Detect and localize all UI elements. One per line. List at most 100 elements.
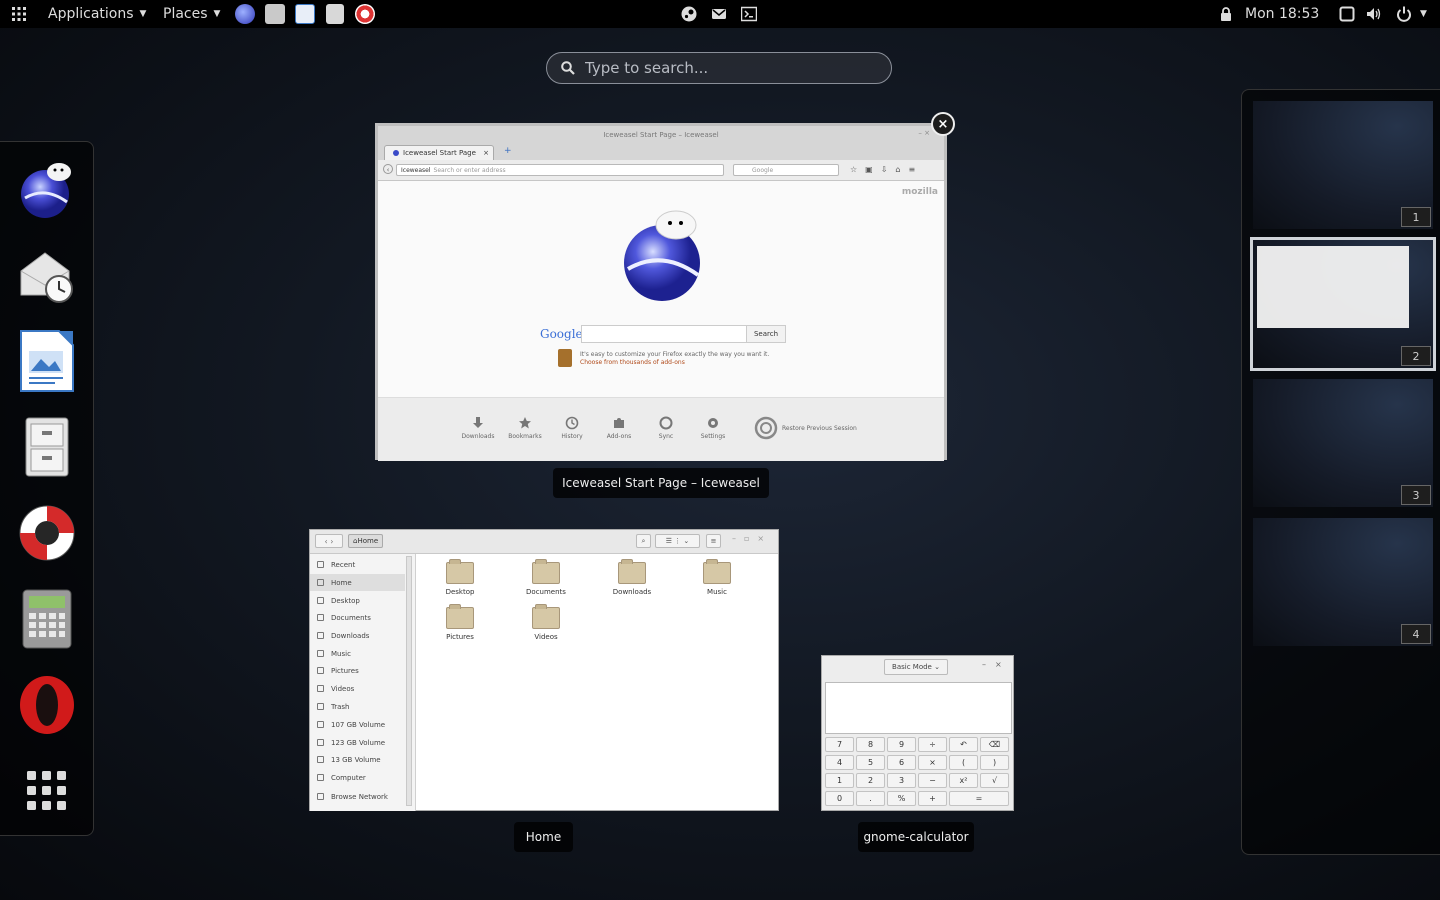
calc-key[interactable]: 9 [887,737,916,752]
folder-music[interactable]: Music [687,559,747,596]
dash-show-applications[interactable] [14,754,80,828]
applications-menu[interactable]: Applications ▼ [48,0,146,28]
workspace-1[interactable]: 1 [1253,101,1433,229]
calc-key[interactable]: √ [980,773,1009,788]
calc-key[interactable]: 1 [825,773,854,788]
help-launcher-icon[interactable] [355,4,375,24]
volume-icon[interactable] [1366,6,1382,22]
google-search-button[interactable]: Search [746,325,786,343]
tip-link[interactable]: Choose from thousands of add-ons [580,359,685,366]
files-nav-buttons[interactable]: ‹ › [315,534,343,548]
calc-key[interactable]: 8 [856,737,885,752]
folder-videos[interactable]: Videos [516,604,576,641]
launcher-downloads[interactable]: Downloads [458,416,498,440]
terminal-icon[interactable] [741,6,757,22]
activities-grid-icon[interactable] [12,0,26,28]
calc-key[interactable]: 3 [887,773,916,788]
web-search-field[interactable]: Google [733,164,839,176]
workspace-2[interactable]: 2 [1250,237,1436,371]
url-bar[interactable]: Iceweasel Search or enter address [396,164,724,176]
system-menu-chevron-icon[interactable]: ▼ [1420,0,1427,28]
sidebar-item-trash[interactable]: Trash [310,698,405,715]
dash-impress[interactable] [14,324,80,398]
mail-clock-launcher-icon[interactable] [265,4,285,24]
impress-launcher-icon[interactable] [295,4,315,24]
calc-key[interactable]: ÷ [918,737,947,752]
steam-icon[interactable] [681,6,697,22]
sidebar-item-documents[interactable]: Documents [310,609,405,626]
files-search-icon[interactable]: ⌕ [636,534,651,548]
calc-key[interactable]: 7 [825,737,854,752]
restore-session-label[interactable]: Restore Previous Session [782,425,857,432]
calc-key[interactable]: 4 [825,755,854,770]
calc-key[interactable]: % [887,791,916,806]
restore-session-icon[interactable] [754,416,778,440]
calc-key[interactable]: ( [949,755,978,770]
sidebar-item-volume-13[interactable]: 13 GB Volume [310,751,405,768]
folder-pictures[interactable]: Pictures [430,604,490,641]
folder-desktop[interactable]: Desktop [430,559,490,596]
calculator-window-thumbnail[interactable]: Basic Mode ⌄ –× 7 8 9 ÷ ↶ ⌫ 4 5 6 ×() 1 2 3− x² √ 0.% + = [821,655,1014,811]
power-icon[interactable] [1396,6,1412,22]
sidebar-item-home[interactable]: Home [310,574,405,591]
launcher-history[interactable]: History [552,416,592,440]
calc-key[interactable]: ⌫ [980,737,1009,752]
sidebar-item-pictures[interactable]: Pictures [310,662,405,679]
sidebar-item-desktop[interactable]: Desktop [310,592,405,609]
files-window-thumbnail[interactable]: ‹ › ⌂ Home ⌕ ☰ ⋮ ⌄ ≡ –▫× Recent Home Desk… [309,529,779,811]
launcher-bookmarks[interactable]: Bookmarks [505,416,545,440]
calc-key[interactable]: 2 [856,773,885,788]
dash-help[interactable] [14,496,80,570]
path-bar-home[interactable]: ⌂ Home [348,534,384,548]
calculator-window-controls[interactable]: –× [982,660,1011,669]
new-tab-icon[interactable]: + [504,146,512,156]
sidebar-item-volume-123[interactable]: 123 GB Volume [310,734,405,751]
clock[interactable]: Mon 18:53 [1245,0,1319,28]
dash-iceweasel[interactable] [14,152,80,226]
close-window-icon[interactable]: × [931,112,955,136]
dash-evolution[interactable] [14,238,80,312]
launcher-addons[interactable]: Add-ons [599,416,639,440]
sidebar-item-music[interactable]: Music [310,645,405,662]
calc-key[interactable]: + [918,791,947,806]
search-box[interactable] [546,52,892,84]
toolbar-icons[interactable]: ☆▣⇩⌂≡ [850,165,923,174]
back-icon[interactable]: ‹ [383,164,393,174]
calc-key[interactable]: . [856,791,885,806]
mail-icon[interactable] [711,6,727,22]
calc-key[interactable]: − [918,773,947,788]
places-menu[interactable]: Places ▼ [163,0,220,28]
dash-opera[interactable] [14,668,80,742]
folder-downloads[interactable]: Downloads [602,559,662,596]
calculator-display[interactable] [825,682,1012,734]
iceweasel-window-thumbnail[interactable]: Iceweasel Start Page – Iceweasel – × Ice… [375,123,947,461]
view-toggle-buttons[interactable]: ☰ ⋮ ⌄ [655,534,700,548]
sidebar-item-videos[interactable]: Videos [310,680,405,697]
mode-selector[interactable]: Basic Mode ⌄ [884,659,948,675]
sidebar-scrollbar[interactable] [406,556,412,806]
file-cabinet-launcher-icon[interactable] [326,4,344,24]
folder-documents[interactable]: Documents [516,559,576,596]
launcher-settings[interactable]: Settings [693,416,733,440]
calc-key[interactable]: = [949,791,1009,806]
dash-file-cabinet[interactable] [14,410,80,484]
browser-tab[interactable]: Iceweasel Start Page × [384,145,494,160]
dash-calculator[interactable] [14,582,80,656]
sidebar-item-computer[interactable]: Computer [310,769,405,786]
sidebar-item-volume-107[interactable]: 107 GB Volume [310,716,405,733]
calc-key[interactable]: x² [949,773,978,788]
calc-key[interactable]: 6 [887,755,916,770]
sidebar-item-recent[interactable]: Recent [310,556,405,573]
window-icon[interactable] [1339,6,1355,22]
files-window-controls[interactable]: –▫× [732,534,772,543]
google-search-input[interactable] [581,325,747,343]
workspace-4[interactable]: 4 [1253,518,1433,646]
workspace-3[interactable]: 3 [1253,379,1433,507]
iceweasel-launcher-icon[interactable] [235,4,255,24]
launcher-sync[interactable]: Sync [646,416,686,440]
files-menu-icon[interactable]: ≡ [706,534,721,548]
tab-close-icon[interactable]: × [483,149,489,157]
calc-key[interactable]: ) [980,755,1009,770]
calc-key[interactable]: ↶ [949,737,978,752]
search-input[interactable] [583,58,877,78]
